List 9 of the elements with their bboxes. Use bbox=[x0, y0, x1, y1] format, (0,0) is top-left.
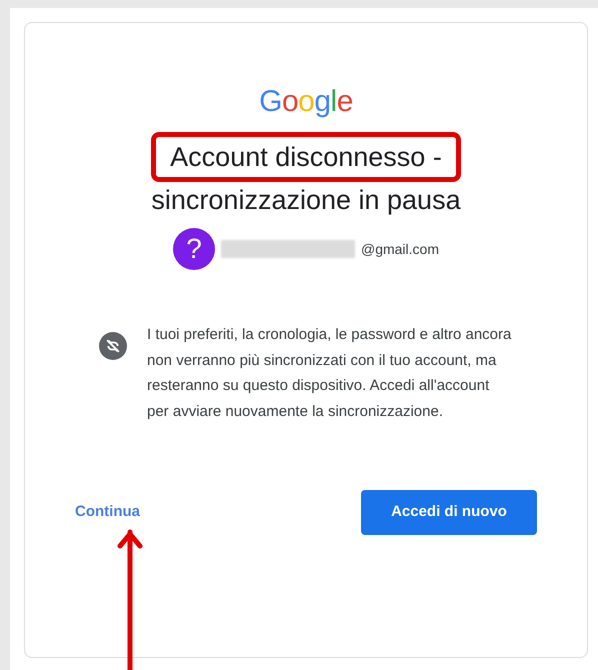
continue-link[interactable]: Continua bbox=[75, 501, 140, 524]
sync-off-icon bbox=[99, 332, 127, 360]
email-domain: @gmail.com bbox=[360, 240, 439, 259]
google-logo: Google bbox=[259, 84, 353, 120]
dialog-title: Account disconnesso - bbox=[170, 144, 442, 170]
sign-in-again-button[interactable]: Accedi di nuovo bbox=[361, 490, 537, 535]
dialog-title: sincronizzazione in pausa bbox=[151, 186, 461, 214]
sync-message: I tuoi preferiti, la cronologia, le password e altro ancora non verranno più sincronizzati con il tuo account, ma resteranno su questo dispositivo. Accedi all'account per avviare nuovamente la sincronizzazione. bbox=[147, 325, 512, 422]
avatar: ? bbox=[172, 228, 215, 270]
